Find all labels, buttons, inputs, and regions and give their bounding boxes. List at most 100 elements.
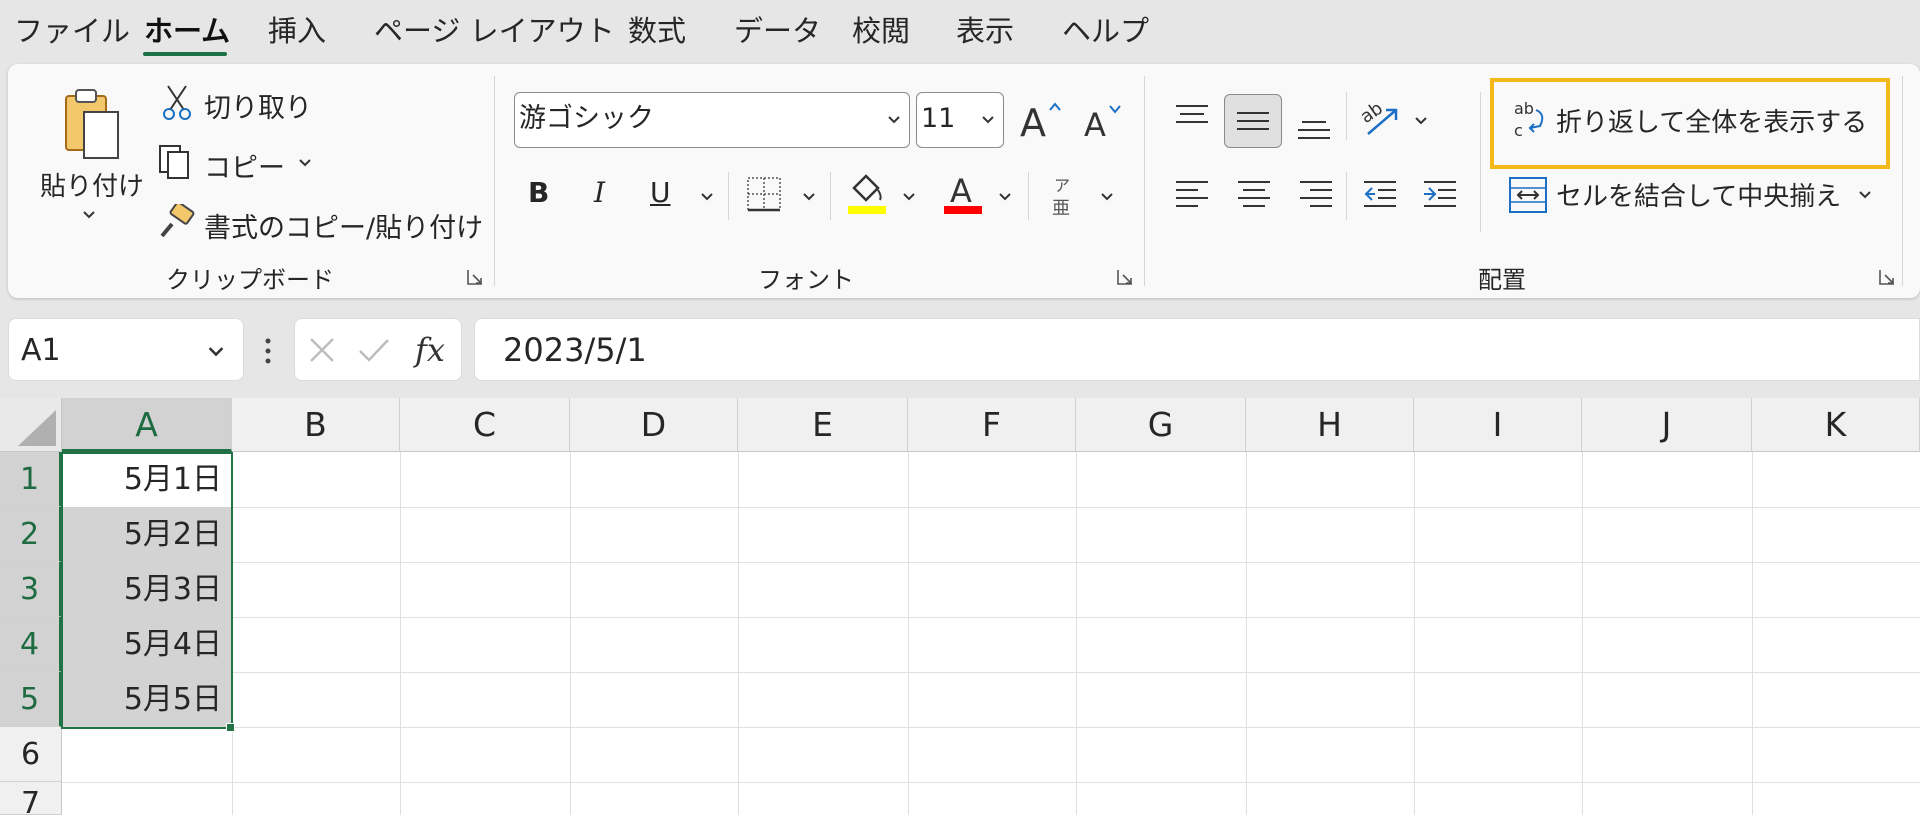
underline-button[interactable]: U bbox=[650, 176, 680, 216]
column-header-g[interactable]: G bbox=[1076, 398, 1246, 452]
align-right-icon[interactable] bbox=[1296, 174, 1336, 214]
row-header-1[interactable]: 1 bbox=[0, 452, 62, 507]
paste-button[interactable]: 貼り付け bbox=[40, 82, 144, 232]
formula-value: 2023/5/1 bbox=[503, 331, 647, 369]
cell-a1[interactable]: 5月1日 bbox=[62, 452, 232, 507]
chevron-down-icon[interactable] bbox=[802, 190, 816, 204]
cell-a5[interactable]: 5月5日 bbox=[62, 672, 232, 727]
column-header-c[interactable]: C bbox=[400, 398, 570, 452]
name-box[interactable]: A1 bbox=[8, 318, 244, 381]
fill-color-icon[interactable] bbox=[846, 170, 888, 216]
font-group-label: フォント bbox=[758, 266, 854, 294]
menu-bar: ファイル ホーム 挿入 ページ レイアウト 数式 データ 校閲 表示 ヘルプ bbox=[0, 0, 1920, 62]
tab-data[interactable]: データ bbox=[734, 8, 821, 50]
active-tab-indicator bbox=[143, 52, 227, 56]
chevron-down-icon[interactable] bbox=[1100, 190, 1114, 204]
gridline bbox=[62, 617, 1920, 618]
row-header-2[interactable]: 2 bbox=[0, 507, 62, 562]
cell-a4[interactable]: 5月4日 bbox=[62, 617, 232, 672]
formula-buttons: fx bbox=[294, 318, 462, 381]
column-header-k[interactable]: K bbox=[1752, 398, 1920, 452]
column-header-d[interactable]: D bbox=[570, 398, 738, 452]
wrap-text-highlight bbox=[1490, 78, 1890, 169]
bottom-align-icon[interactable] bbox=[1294, 104, 1334, 144]
chevron-down-icon[interactable] bbox=[1414, 114, 1428, 128]
align-center-icon[interactable] bbox=[1234, 174, 1274, 214]
enter-check-icon[interactable] bbox=[357, 335, 391, 365]
formula-input[interactable]: 2023/5/1 bbox=[474, 318, 1920, 381]
cancel-icon[interactable] bbox=[307, 335, 337, 365]
fill-handle[interactable] bbox=[226, 723, 235, 732]
borders-icon[interactable] bbox=[744, 174, 784, 214]
clipboard-group-label: クリップボード bbox=[166, 266, 334, 294]
increase-font-size-button[interactable]: A bbox=[1018, 96, 1064, 145]
gridline bbox=[62, 672, 1920, 673]
chevron-down-icon[interactable] bbox=[998, 190, 1012, 204]
decrease-indent-icon[interactable] bbox=[1360, 174, 1400, 214]
phonetic-bottom-text: 亜 bbox=[1052, 198, 1070, 219]
column-header-f[interactable]: F bbox=[908, 398, 1076, 452]
copy-icon bbox=[159, 145, 189, 179]
tab-insert[interactable]: 挿入 bbox=[268, 8, 326, 50]
font-size-select[interactable]: 11 bbox=[916, 92, 1004, 148]
divider bbox=[728, 172, 729, 220]
copy-button[interactable]: コピー bbox=[152, 142, 322, 184]
svg-text:A: A bbox=[1084, 106, 1106, 144]
dialog-launcher-icon[interactable] bbox=[1116, 268, 1134, 286]
align-left-icon[interactable] bbox=[1172, 174, 1212, 214]
tab-page-layout[interactable]: ページ レイアウト bbox=[374, 8, 615, 50]
increase-indent-icon[interactable] bbox=[1420, 174, 1460, 214]
font-color-icon[interactable]: A bbox=[942, 170, 984, 216]
tab-formulas[interactable]: 数式 bbox=[628, 8, 686, 50]
cut-button[interactable]: 切り取り bbox=[158, 82, 312, 124]
more-options-icon[interactable] bbox=[262, 336, 274, 366]
divider bbox=[1902, 76, 1903, 286]
insert-function-icon[interactable]: fx bbox=[413, 329, 455, 371]
italic-button[interactable]: I bbox=[594, 176, 624, 216]
column-header-e[interactable]: E bbox=[738, 398, 908, 452]
select-all-button[interactable] bbox=[0, 398, 62, 452]
row-header-5[interactable]: 5 bbox=[0, 672, 62, 727]
copy-label: コピー bbox=[204, 153, 285, 184]
phonetic-guide-button[interactable]: ア 亜 bbox=[1052, 172, 1078, 222]
svg-text:ab: ab bbox=[1358, 98, 1387, 128]
middle-align-button[interactable] bbox=[1224, 94, 1282, 148]
gridline bbox=[62, 782, 1920, 783]
column-header-j[interactable]: J bbox=[1582, 398, 1752, 452]
column-header-h[interactable]: H bbox=[1246, 398, 1414, 452]
dialog-launcher-icon[interactable] bbox=[1878, 268, 1896, 286]
column-header-i[interactable]: I bbox=[1414, 398, 1582, 452]
cell-a2[interactable]: 5月2日 bbox=[62, 507, 232, 562]
top-align-icon[interactable] bbox=[1172, 98, 1212, 138]
column-header-b[interactable]: B bbox=[232, 398, 400, 452]
chevron-down-icon[interactable] bbox=[700, 190, 714, 204]
font-name-select[interactable]: 游ゴシック bbox=[514, 92, 910, 148]
format-painter-button[interactable]: 書式のコピー/貼り付け bbox=[156, 202, 483, 244]
cell-a3[interactable]: 5月3日 bbox=[62, 562, 232, 617]
merge-center-button[interactable]: セルを結合して中央揃え bbox=[1506, 174, 1876, 220]
paste-label: 貼り付け bbox=[40, 172, 145, 202]
chevron-down-icon[interactable] bbox=[902, 190, 916, 204]
decrease-font-size-button[interactable]: A bbox=[1082, 98, 1128, 144]
chevron-down-icon[interactable] bbox=[207, 343, 225, 361]
gridline bbox=[62, 507, 1920, 508]
column-header-a[interactable]: A bbox=[62, 398, 232, 452]
tab-help[interactable]: ヘルプ bbox=[1062, 8, 1149, 50]
orientation-icon[interactable]: ab bbox=[1358, 96, 1402, 140]
merge-center-icon bbox=[1509, 177, 1547, 213]
row-header-3[interactable]: 3 bbox=[0, 562, 62, 617]
tab-view[interactable]: 表示 bbox=[956, 8, 1014, 50]
row-header-4[interactable]: 4 bbox=[0, 617, 62, 672]
select-all-triangle-icon bbox=[18, 410, 56, 446]
tab-file[interactable]: ファイル bbox=[14, 8, 130, 50]
tab-home[interactable]: ホーム bbox=[144, 8, 230, 50]
dialog-launcher-icon[interactable] bbox=[466, 268, 484, 286]
gridline bbox=[62, 562, 1920, 563]
phonetic-top-text: ア bbox=[1054, 176, 1071, 195]
divider bbox=[1028, 172, 1029, 220]
bold-button[interactable]: B bbox=[528, 176, 558, 216]
row-header-7[interactable]: 7 bbox=[0, 782, 62, 815]
merge-center-label: セルを結合して中央揃え bbox=[1556, 182, 1842, 212]
tab-review[interactable]: 校閲 bbox=[852, 8, 910, 50]
row-header-6[interactable]: 6 bbox=[0, 727, 62, 782]
